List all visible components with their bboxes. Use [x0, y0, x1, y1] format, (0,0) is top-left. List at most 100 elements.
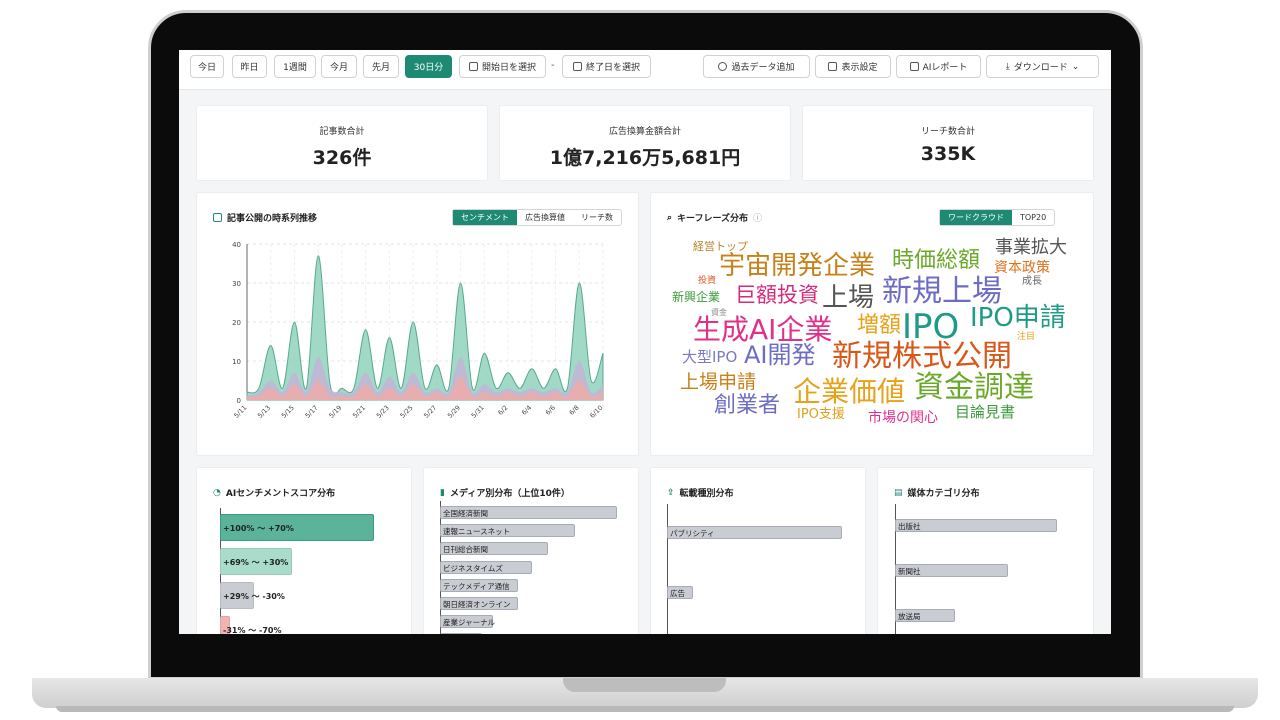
word-cloud-term[interactable]: 上場	[822, 285, 874, 311]
word-cloud: 経営トップ 宇宙開発企業 時価総額 事業拡大 資本政策 投資 成長 新興企業 巨額投資 上場 新規上…	[651, 193, 1093, 455]
add-past-data-button[interactable]: 過去データ追加	[703, 55, 810, 78]
word-cloud-term[interactable]: 資金調達	[914, 373, 1034, 403]
range-last-month-button[interactable]: 先月	[363, 55, 399, 78]
media-card: ▮ メディア別分布（上位10件） 全国経済新聞 速報ニュースネット 日刊総合新聞 ビジ…	[423, 467, 639, 634]
settings-sliders-icon	[828, 62, 838, 71]
word-cloud-term[interactable]: 大型IPO	[682, 350, 737, 365]
y-tick-label: 20	[232, 319, 241, 327]
category-title: ▤ 媒体カテゴリ分布	[894, 486, 980, 500]
range-this-month-button[interactable]: 今月	[321, 55, 357, 78]
bar-label: 放送局	[898, 612, 921, 621]
word-cloud-term[interactable]: 市場の関心	[868, 411, 938, 425]
category-title-text: 媒体カテゴリ分布	[907, 489, 980, 499]
stat-reach: リーチ数合計 335K	[802, 105, 1094, 181]
range-today-button[interactable]: 今日	[190, 55, 224, 78]
word-cloud-term[interactable]: 増額	[857, 315, 901, 337]
word-cloud-term[interactable]: 目論見書	[955, 405, 1015, 420]
toolbar: 今日 昨日 1週間 今月 先月 30日分 開始日を選択 - 終了日を選択 過去デ…	[179, 50, 1111, 90]
x-tick-label: 5/17	[304, 404, 320, 420]
range-yesterday-button[interactable]: 昨日	[232, 55, 267, 78]
chart-axis	[667, 504, 668, 634]
word-cloud-term[interactable]: 注目	[1017, 333, 1035, 342]
bar-label: 広告	[670, 589, 685, 598]
bar-label: 速報ニュースネット	[443, 527, 511, 537]
word-cloud-term[interactable]: 巨額投資	[735, 285, 819, 306]
display-settings-label: 表示設定	[841, 63, 878, 73]
pie-chart-icon: ◔	[213, 487, 221, 498]
x-tick-label: 5/27	[422, 404, 438, 420]
x-tick-label: 6/6	[544, 404, 557, 417]
download-icon: ⤓	[1005, 61, 1010, 72]
stat-value: 335K	[920, 143, 976, 165]
end-date-label: 終了日を選択	[585, 63, 640, 73]
timeseries-chart: 0 10 20 30 40 5/11 5/13 5/15 5/17 5/19 5/21 5/23 5/2…	[232, 241, 604, 420]
x-tick-label: 5/25	[399, 404, 415, 420]
word-cloud-term[interactable]: 生成AI企業	[693, 316, 832, 344]
y-tick-label: 40	[232, 241, 241, 249]
range-30days-button[interactable]: 30日分	[405, 55, 452, 78]
x-tick-label: 6/10	[588, 404, 604, 420]
stat-label: 記事数合計	[319, 127, 365, 137]
ai-report-label: AIレポート	[922, 63, 968, 73]
bar-label: +29% 〜 -30%	[223, 592, 285, 601]
x-tick-label: 5/23	[375, 404, 391, 420]
category-card: ▤ 媒体カテゴリ分布 出版社 新聞社 放送局	[877, 467, 1094, 634]
download-button[interactable]: ⤓ ダウンロード ⌄	[986, 55, 1099, 78]
x-tick-label: 5/11	[232, 404, 248, 420]
word-cloud-term[interactable]: 宇宙開発企業	[719, 253, 875, 279]
start-date-label: 開始日を選択	[481, 63, 536, 73]
bar-label: テックメディア通信	[443, 581, 510, 591]
x-tick-label: 6/8	[568, 404, 581, 417]
y-tick-label: 0	[237, 397, 241, 405]
share-icon: ⇪	[667, 487, 675, 498]
stat-value: 1億7,216万5,681円	[549, 147, 741, 169]
word-cloud-term[interactable]: 事業拡大	[995, 239, 1067, 257]
media-title-text: メディア別分布（上位10件）	[449, 489, 570, 499]
word-cloud-term[interactable]: AI開発	[744, 343, 816, 367]
bar-label: 朝日経済オンライン	[443, 600, 511, 609]
document-icon	[909, 62, 919, 71]
ai-report-button[interactable]: AIレポート	[896, 55, 981, 78]
x-tick-label: 5/29	[446, 404, 462, 420]
bar-label: ビジネスタイムズ	[443, 563, 503, 573]
stat-label: 広告換算金額合計	[608, 127, 681, 137]
word-cloud-term[interactable]: 創業者	[714, 395, 780, 417]
x-tick-label: 6/4	[520, 404, 533, 417]
bar-chart-icon: ▮	[440, 487, 445, 498]
word-cloud-term[interactable]: 新規株式公開	[832, 342, 1012, 372]
timeseries-card: 記事公開の時系列推移 センチメント 広告換算値 リーチ数 0 10 20 30 40 5/…	[196, 192, 639, 456]
start-date-picker[interactable]: 開始日を選択	[459, 55, 546, 78]
bar[interactable]	[440, 633, 483, 634]
history-icon	[718, 62, 728, 71]
sentiment-title: ◔ AIセンチメントスコア分布	[213, 486, 335, 500]
word-cloud-term[interactable]: IPO支援	[797, 408, 845, 421]
newspaper-icon: ▤	[894, 487, 903, 498]
laptop-foot	[56, 706, 1234, 712]
repost-title-text: 転載種別分布	[679, 489, 734, 499]
bar-label: 新聞社	[898, 567, 921, 576]
x-tick-label: 6/2	[496, 404, 509, 417]
display-settings-button[interactable]: 表示設定	[815, 55, 891, 78]
stat-label: リーチ数合計	[920, 127, 975, 137]
word-cloud-term[interactable]: 資本政策	[994, 261, 1050, 275]
end-date-picker[interactable]: 終了日を選択	[562, 55, 651, 78]
stat-value: 326件	[312, 147, 372, 169]
word-cloud-term[interactable]: 上場申請	[680, 373, 756, 392]
word-cloud-term[interactable]: IPO申請	[970, 305, 1066, 331]
laptop-notch	[563, 678, 726, 692]
media-title: ▮ メディア別分布（上位10件）	[440, 486, 570, 500]
word-cloud-term[interactable]: 成長	[1022, 277, 1042, 287]
word-cloud-term[interactable]: 投資	[698, 277, 716, 286]
word-cloud-term[interactable]: 企業価値	[793, 378, 905, 406]
keyphrase-card: ⌕ キーフレーズ分布 ⓘ ワードクラウド TOP20 経営トップ 宇宙開発企業 時価…	[650, 192, 1094, 456]
bar-label: +69% 〜 +30%	[223, 558, 289, 567]
calendar-icon	[468, 62, 478, 71]
x-tick-label: 5/31	[470, 404, 486, 420]
date-separator: -	[551, 60, 555, 71]
sentiment-card: ◔ AIセンチメントスコア分布 +100% 〜 +70% +69% 〜 +30% +…	[196, 467, 412, 634]
area-series-0	[246, 255, 604, 401]
range-week-button[interactable]: 1週間	[274, 55, 316, 78]
word-cloud-term[interactable]: 新興企業	[672, 291, 720, 303]
repost-card: ⇪ 転載種別分布 パブリシティ 広告	[650, 467, 866, 634]
word-cloud-term[interactable]: 時価総額	[892, 250, 980, 272]
